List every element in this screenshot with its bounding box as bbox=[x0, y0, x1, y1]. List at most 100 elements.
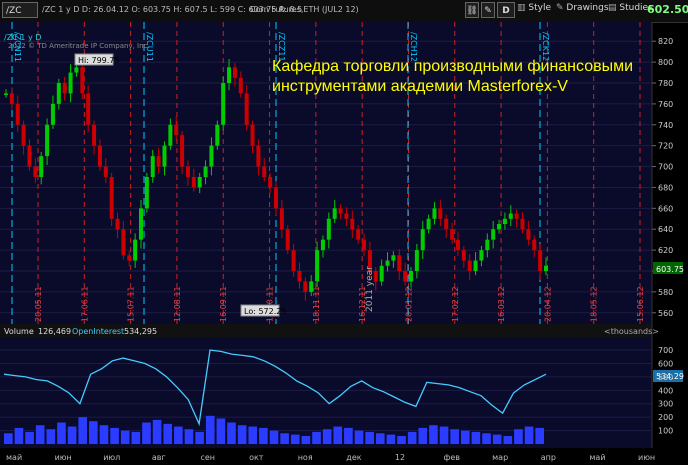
price-tick-label: 700 bbox=[658, 163, 673, 172]
candle-body bbox=[403, 271, 408, 282]
drawings-menu[interactable]: ✎ Drawings bbox=[556, 3, 609, 13]
candle-body bbox=[180, 135, 185, 167]
candle-body bbox=[362, 239, 367, 251]
candle-body bbox=[326, 218, 331, 240]
banner-line-2: инструментами академии Masterforex-V bbox=[272, 78, 568, 95]
chart-header-toolbar: /ZC /ZC 1 y D D: 26.04.12 O: 603.75 H: 6… bbox=[0, 0, 688, 23]
candle-body bbox=[109, 177, 114, 219]
volume-tick-label: 500 bbox=[658, 373, 673, 382]
event-date-label: 18.05.12 bbox=[590, 286, 599, 322]
month-label: фев bbox=[444, 453, 461, 462]
candle-body bbox=[103, 166, 108, 177]
price-tick-label: 760 bbox=[658, 100, 673, 109]
candle-body bbox=[426, 218, 431, 230]
candle-body bbox=[238, 77, 243, 94]
price-tick-label: 640 bbox=[658, 225, 673, 234]
candle-body bbox=[409, 271, 413, 282]
copyright: 2012 © TD Ameritrade IP Company, Inc. bbox=[8, 42, 150, 50]
candle-body bbox=[56, 83, 61, 104]
candle-body bbox=[432, 208, 437, 219]
volume-bar bbox=[365, 431, 374, 444]
candle-body bbox=[232, 67, 237, 78]
volume-bar bbox=[25, 431, 34, 444]
candle-body bbox=[221, 83, 226, 125]
price-tick-label: 580 bbox=[658, 288, 673, 297]
month-label: июн bbox=[55, 453, 72, 462]
chart-title: /ZC 1 y D bbox=[4, 33, 41, 42]
month-label: июн bbox=[638, 453, 655, 462]
volume-bar bbox=[386, 434, 396, 444]
candle-body bbox=[127, 255, 132, 261]
candle-body bbox=[420, 229, 425, 251]
link-icon[interactable]: ⛓ bbox=[465, 2, 479, 18]
volume-tick-label: 400 bbox=[658, 386, 673, 395]
candle-body bbox=[344, 213, 349, 219]
candle-body bbox=[414, 250, 419, 271]
volume-bar bbox=[184, 429, 194, 444]
volume-panel[interactable]: Volume 126,469 OpenInterest 534,295 <tho… bbox=[0, 324, 688, 448]
month-label: апр bbox=[541, 453, 556, 462]
volume-bar bbox=[344, 427, 353, 444]
candle-body bbox=[244, 93, 249, 125]
banner-line-1: Кафедра торговли производными финансовым… bbox=[272, 58, 634, 75]
lo-label: Lo: 572.25 bbox=[244, 307, 286, 316]
month-label: май bbox=[6, 453, 22, 462]
period-button[interactable]: D bbox=[497, 2, 515, 18]
candle-body bbox=[115, 218, 120, 230]
candle-body bbox=[197, 177, 202, 188]
candle-body bbox=[203, 166, 208, 177]
price-tick-label: 740 bbox=[658, 121, 673, 130]
candle-body bbox=[526, 229, 531, 240]
candle-body bbox=[21, 124, 26, 146]
volume-bar bbox=[524, 426, 534, 444]
symbol-field[interactable]: /ZC bbox=[2, 2, 38, 18]
candle-body bbox=[39, 156, 44, 177]
candle-body bbox=[162, 145, 167, 167]
event-date-label: 20.01.12 bbox=[404, 286, 413, 322]
candle-body bbox=[4, 93, 8, 95]
volume-bar bbox=[216, 418, 226, 444]
volume-tick-label: 300 bbox=[658, 400, 673, 409]
candle-body bbox=[27, 145, 32, 167]
candle-body bbox=[320, 239, 325, 251]
event-date-label: 20.05.11 bbox=[34, 286, 43, 322]
volume-bar bbox=[418, 427, 428, 444]
month-label: июл bbox=[103, 453, 120, 462]
candle-body bbox=[121, 229, 126, 256]
volume-bar bbox=[4, 433, 13, 444]
candle-body bbox=[508, 213, 513, 219]
candle-body bbox=[156, 156, 161, 167]
candle-body bbox=[309, 281, 314, 292]
price-tick-label: 680 bbox=[658, 183, 673, 192]
volume-value: 126,469 bbox=[38, 327, 71, 336]
style-menu[interactable]: ▥ Style bbox=[517, 3, 551, 13]
candle-body bbox=[532, 239, 537, 251]
candle-body bbox=[461, 250, 466, 261]
instrument-description: Corn Futures,ETH (JUL2 12) bbox=[250, 5, 359, 14]
candle-body bbox=[544, 265, 548, 271]
volume-bar bbox=[333, 426, 343, 444]
volume-label: Volume bbox=[4, 327, 34, 336]
price-tick-label: 820 bbox=[658, 37, 673, 46]
candle-body bbox=[379, 265, 384, 282]
volume-tick-label: 600 bbox=[658, 359, 673, 368]
event-date-label: 17.06.11 bbox=[80, 286, 89, 322]
volume-bar bbox=[78, 417, 88, 444]
volume-bar bbox=[429, 425, 438, 444]
price-tick-label: 660 bbox=[658, 204, 673, 213]
candle-body bbox=[139, 208, 143, 240]
volume-bar bbox=[460, 430, 470, 444]
volume-bar bbox=[110, 427, 119, 444]
volume-bar bbox=[450, 429, 459, 444]
volume-bar bbox=[439, 426, 449, 444]
volume-tick-label: 100 bbox=[658, 427, 673, 436]
pencil-icon: ✎ bbox=[556, 3, 564, 13]
candle-body bbox=[50, 103, 55, 125]
candle-body bbox=[538, 250, 543, 271]
candle-body bbox=[279, 208, 284, 230]
volume-bar bbox=[205, 415, 215, 444]
candle-body bbox=[497, 224, 502, 230]
wrench-icon[interactable]: ✎ bbox=[481, 2, 495, 18]
candle-body bbox=[133, 239, 138, 261]
candle-body bbox=[356, 229, 361, 240]
